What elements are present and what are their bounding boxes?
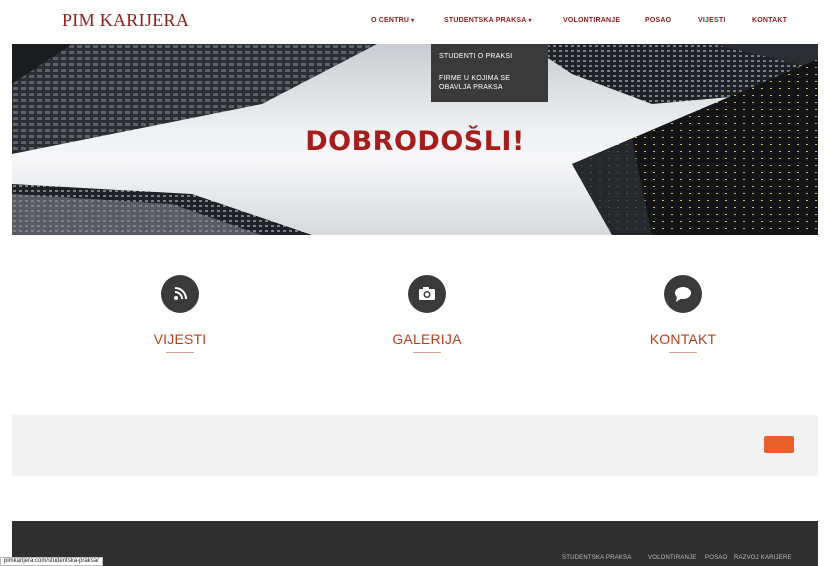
content-band [12,415,818,476]
site-logo[interactable]: PIM KARIJERA [62,10,189,31]
feature-galerija[interactable]: GALERIJA [357,275,497,353]
divider [413,352,441,353]
nav-item-label: STUDENTSKA PRAKSA [444,17,527,24]
dropdown-item-firme[interactable]: FIRME U KOJIMA SE OBAVLJA PRAKSA [439,74,539,92]
chat-bubble-icon[interactable] [664,275,702,313]
features-section: VIJESTI GALERIJA KONTAKT [12,235,818,415]
chevron-down-icon: ▾ [411,18,415,24]
nav-item-volontiranje[interactable]: VOLONTIRANJE [563,17,620,24]
dropdown-item-studenti-o-praksi[interactable]: STUDENTI O PRAKSI [439,52,512,61]
feature-kontakt[interactable]: KONTAKT [613,275,753,353]
feature-label[interactable]: KONTAKT [613,331,753,347]
footer-link-razvoj-karijere[interactable]: RAZVOJ KARIJERE [734,555,792,561]
rss-icon[interactable] [161,275,199,313]
camera-icon[interactable] [408,275,446,313]
action-button[interactable] [764,436,794,453]
feature-vijesti[interactable]: VIJESTI [110,275,250,353]
hero-title: DOBRODOŠLI! [305,126,525,157]
nav-item-label: VIJESTI [698,17,726,24]
nav-item-label: POSAO [645,17,672,24]
link-preview-statusbar: pimkarijera.com/studentska-praksa/ [0,557,103,566]
divider [669,352,697,353]
footer-link-volontiranje[interactable]: VOLONTIRANJE [648,555,696,561]
nav-item-label: VOLONTIRANJE [563,17,621,24]
footer-link-posao[interactable]: POSAO [705,555,727,561]
feature-label[interactable]: GALERIJA [357,331,497,347]
hero-banner: DOBRODOŠLI! [12,44,818,235]
feature-label[interactable]: VIJESTI [110,331,250,347]
divider [166,352,194,353]
studentska-praksa-dropdown-menu: STUDENTI O PRAKSI FIRME U KOJIMA SE OBAV… [431,44,548,102]
nav-item-vijesti[interactable]: VIJESTI [698,17,725,24]
nav-item-studentska-praksa[interactable]: STUDENTSKA PRAKSA ▾ [444,17,532,24]
chevron-down-icon: ▾ [528,18,532,24]
top-navbar: PIM KARIJERA O CENTRU ▾ STUDENTSKA PRAKSA… [0,0,829,44]
nav-item-kontakt[interactable]: KONTAKT [752,17,787,24]
nav-item-label: KONTAKT [752,17,788,24]
footer: STUDENTSKA PRAKSA VOLONTIRANJE POSAO RAZ… [12,521,818,566]
nav-item-o-centru[interactable]: O CENTRU ▾ [371,17,414,24]
nav-item-label: O CENTRU [371,17,410,24]
nav-item-posao[interactable]: POSAO [645,17,671,24]
footer-link-studentska-praksa[interactable]: STUDENTSKA PRAKSA [562,555,631,561]
